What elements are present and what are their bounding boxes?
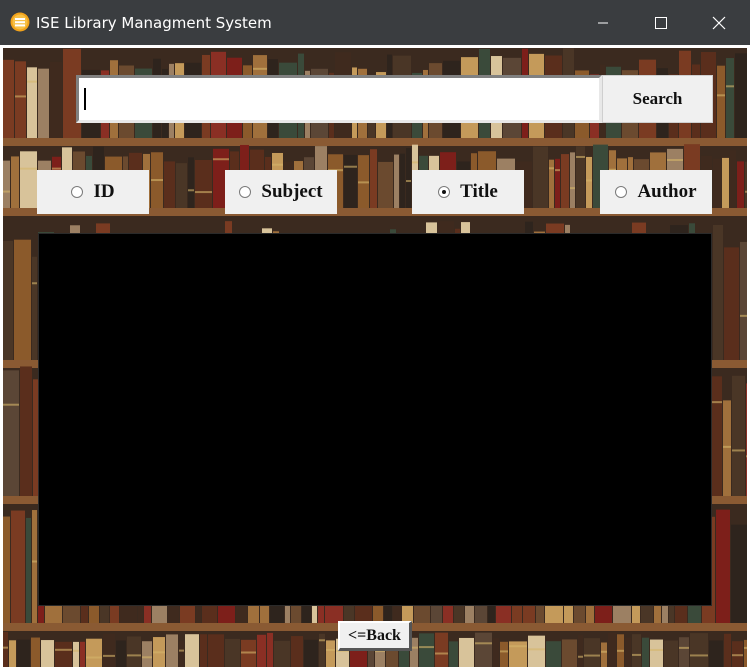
radio-label-id: ID [93, 181, 115, 202]
radio-search-by-subject[interactable]: Subject [225, 170, 337, 214]
radio-label-title: Title [460, 181, 498, 202]
back-button[interactable]: <=Back [338, 621, 412, 651]
radio-indicator [239, 186, 252, 198]
search-input[interactable] [79, 78, 599, 120]
window-client-area: Search ID Subject Title Author <=Back [0, 45, 750, 670]
search-button[interactable]: Search [602, 75, 713, 123]
radio-search-by-title[interactable]: Title [412, 170, 524, 214]
search-field-frame [76, 75, 602, 123]
radio-indicator-checked [438, 186, 451, 198]
window-titlebar[interactable]: ISE Library Managment System [0, 0, 750, 45]
window-title: ISE Library Managment System [36, 14, 272, 32]
radio-label-subject: Subject [261, 181, 323, 202]
radio-search-by-author[interactable]: Author [600, 170, 712, 214]
radio-indicator [71, 186, 84, 198]
library-app-icon [10, 12, 30, 32]
radio-search-by-id[interactable]: ID [37, 170, 149, 214]
maximize-button[interactable] [632, 0, 690, 45]
text-caret [84, 88, 86, 110]
close-button[interactable] [690, 0, 748, 45]
maximize-icon [655, 16, 667, 29]
radio-label-author: Author [637, 181, 697, 202]
minimize-button[interactable] [574, 0, 632, 45]
results-panel[interactable] [38, 233, 712, 606]
radio-indicator [615, 186, 628, 198]
close-icon [712, 16, 726, 29]
minimize-icon [598, 22, 608, 23]
bookshelf-background-canvas: Search ID Subject Title Author <=Back [3, 48, 747, 667]
